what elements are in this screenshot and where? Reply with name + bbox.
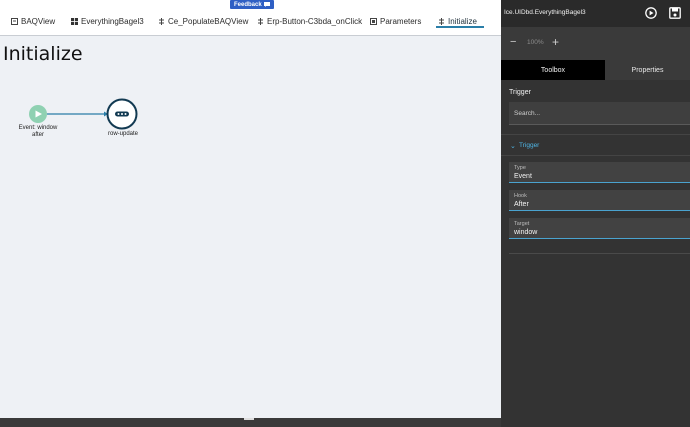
active-tab-indicator <box>436 26 484 28</box>
tab-parameters[interactable]: Parameters <box>370 14 421 28</box>
parameters-icon <box>370 17 377 25</box>
hook-field[interactable]: Hook After <box>509 190 690 211</box>
save-button[interactable] <box>669 7 681 19</box>
event-icon <box>159 17 164 25</box>
divider <box>509 253 690 254</box>
page-title: Initialize <box>3 43 83 65</box>
tab-toolbox[interactable]: Toolbox <box>501 60 605 80</box>
panel-heading: Trigger <box>509 89 531 96</box>
type-field[interactable]: Type Event <box>509 162 690 183</box>
tab-label: Initialize <box>448 16 477 26</box>
tab-label: Ce_PopulateBAQView <box>168 16 249 26</box>
scroll-handle[interactable] <box>244 418 254 420</box>
properties-panel: Ice.UIDbd.EverythingBagel3 − 100% + Tool… <box>501 0 690 427</box>
feedback-button[interactable]: Feedback <box>230 0 274 9</box>
row-update-node[interactable] <box>106 98 138 130</box>
tab-baqview[interactable]: BAQView <box>11 14 55 28</box>
event-icon <box>258 17 263 25</box>
chevron-down-icon: ⌄ <box>510 143 516 150</box>
field-value: window <box>514 229 538 236</box>
zoom-out-button[interactable]: − <box>510 36 516 48</box>
field-label: Hook <box>514 193 527 199</box>
chat-icon <box>263 2 270 7</box>
zoom-level: 100% <box>527 39 544 46</box>
tab-everythingbagel3[interactable]: EverythingBagel3 <box>71 14 144 28</box>
search-placeholder: Search... <box>514 110 541 117</box>
play-icon <box>649 10 654 16</box>
event-icon <box>439 17 444 25</box>
section-label: Trigger <box>519 142 540 149</box>
panel-header: Ice.UIDbd.EverythingBagel3 <box>501 0 690 27</box>
tab-label: Parameters <box>380 16 422 26</box>
start-node-label: Event: window after <box>18 125 58 138</box>
designer-canvas[interactable]: Feedback BAQView EverythingBagel3 Ce_Pop… <box>0 0 501 427</box>
field-label: Type <box>514 165 526 171</box>
zoom-in-button[interactable]: + <box>552 35 559 49</box>
tab-bar: Feedback BAQView EverythingBagel3 Ce_Pop… <box>0 0 501 36</box>
tab-label: EverythingBagel3 <box>81 16 144 26</box>
tab-properties[interactable]: Properties <box>605 60 690 80</box>
start-node[interactable] <box>29 105 47 123</box>
flow-diagram <box>29 98 138 130</box>
field-label: Target <box>514 221 530 227</box>
panel-title: Ice.UIDbd.EverythingBagel3 <box>504 9 586 16</box>
baq-view-icon <box>11 17 18 25</box>
trigger-section-header[interactable]: ⌄ Trigger <box>501 134 690 156</box>
tab-label: Erp-Button-C3bda_onClick <box>267 16 363 26</box>
tab-ce-populatebaqview[interactable]: Ce_PopulateBAQView <box>158 14 248 28</box>
grid-icon <box>71 17 78 25</box>
row-update-label: row-update <box>107 131 139 137</box>
field-value: Event <box>514 173 532 180</box>
field-value: After <box>514 201 529 208</box>
tab-erp-button-onclick[interactable]: Erp-Button-C3bda_onClick <box>257 14 362 28</box>
feedback-label: Feedback <box>234 1 262 8</box>
target-field[interactable]: Target window <box>509 218 690 239</box>
run-button[interactable] <box>645 7 657 19</box>
search-input[interactable]: Search... <box>509 102 690 125</box>
tab-label: BAQView <box>21 16 56 26</box>
